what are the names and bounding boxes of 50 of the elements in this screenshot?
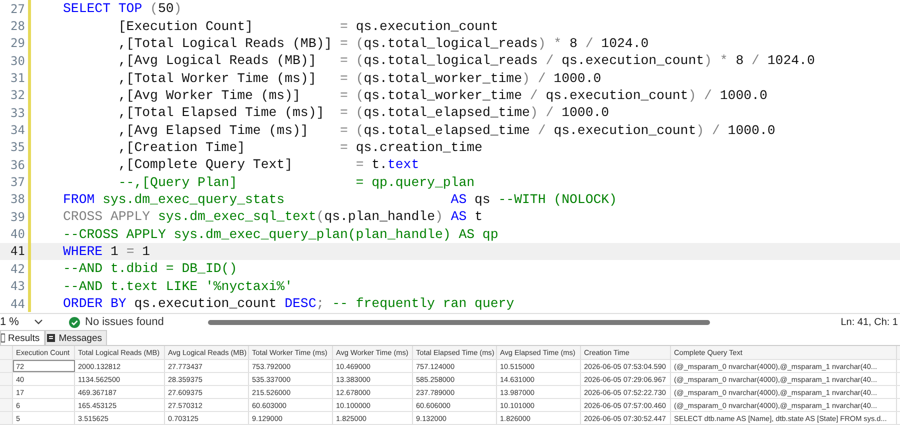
caret-icon[interactable] [34,319,43,325]
line-number: 36 [10,158,26,172]
code-line: ,[Creation Time] = qs.creation_time [117,140,482,155]
line-number: 33 [10,106,26,120]
line-number: 28 [10,19,26,34]
line-number: 29 [10,36,26,50]
code-line: ,[Avg Elapsed Time (ms)] = (qs.total_elapsed_time / qs.execution_count) / 1000.0 [117,122,776,138]
code-line: --AND t.dbid = DB_ID() [63,261,238,276]
code-line: ,[Complete Query Text] = t.text [117,157,420,172]
row-header[interactable] [0,386,13,398]
code-line: ORDER BY qs.execution_count DESC; -- frequently ran query [63,296,514,312]
line-number: 41 [10,244,26,258]
code-line: WHERE 1 = 1 [63,244,150,259]
line-number: 43 [10,279,26,294]
line-number: 32 [10,88,26,102]
code-line: CROSS APPLY sys.dm_exec_sql_text(qs.plan_handle) AS t [63,209,482,224]
results-tab[interactable]: Messages [44,330,107,345]
cursor-position: Ln: 41, Ch: 1 [840,316,899,328]
code-line: ,[Total Elapsed Time (ms)] = (qs.total_elapsed_time) / 1000.0 [117,105,610,120]
check-icon [69,316,80,328]
line-number: 27 [10,2,26,16]
code-line: ,[Avg Worker Time (ms)] = (qs.total_worker_time / qs.execution_count) / 1000.0 [117,88,768,103]
row-header[interactable] [0,412,13,424]
line-number: 38 [10,192,26,206]
line-number: 30 [10,54,26,68]
results-tab[interactable]: Results [0,330,45,345]
issues-status: No issues found [85,316,164,328]
code-line: --CROSS APPLY sys.dm_exec_query_plan(plan_handle) AS qp [63,226,498,242]
code-line: ,[Avg Logical Reads (MB)] = (qs.total_logical_reads / qs.execution_count) * 8 / 1024.0 [117,53,815,68]
line-number: 31 [10,71,26,86]
zoom-level[interactable]: 1 % [0,316,22,328]
code-line: ,[Total Worker Time (ms)] = (qs.total_worker_time) / 1000.0 [117,70,602,86]
line-number: 34 [10,123,26,138]
line-number: 42 [10,262,26,276]
code-line: --,[Query Plan] = qp.query_plan [117,174,475,190]
row-header[interactable] [0,399,13,411]
code-line: FROM sys.dm_exec_query_stats AS qs --WITH (NOLOCK) [63,192,617,207]
code-line: --AND t.text LIKE '%nyctaxi%' [63,278,292,294]
document-icon [46,333,56,343]
code-line: ,[Total Logical Reads (MB)] = (qs.total_logical_reads) * 8 / 1024.0 [117,36,649,51]
line-number: 40 [10,227,26,242]
line-number: 44 [10,296,26,311]
line-number: 39 [10,210,26,224]
line-number: 37 [10,175,26,190]
code-line: [Execution Count] = qs.execution_count [117,18,498,34]
horizontal-scrollbar[interactable] [208,320,710,324]
row-header[interactable] [0,360,13,372]
row-header[interactable] [0,373,13,385]
code-line: SELECT TOP (50) [63,1,182,16]
line-number: 35 [10,140,26,154]
